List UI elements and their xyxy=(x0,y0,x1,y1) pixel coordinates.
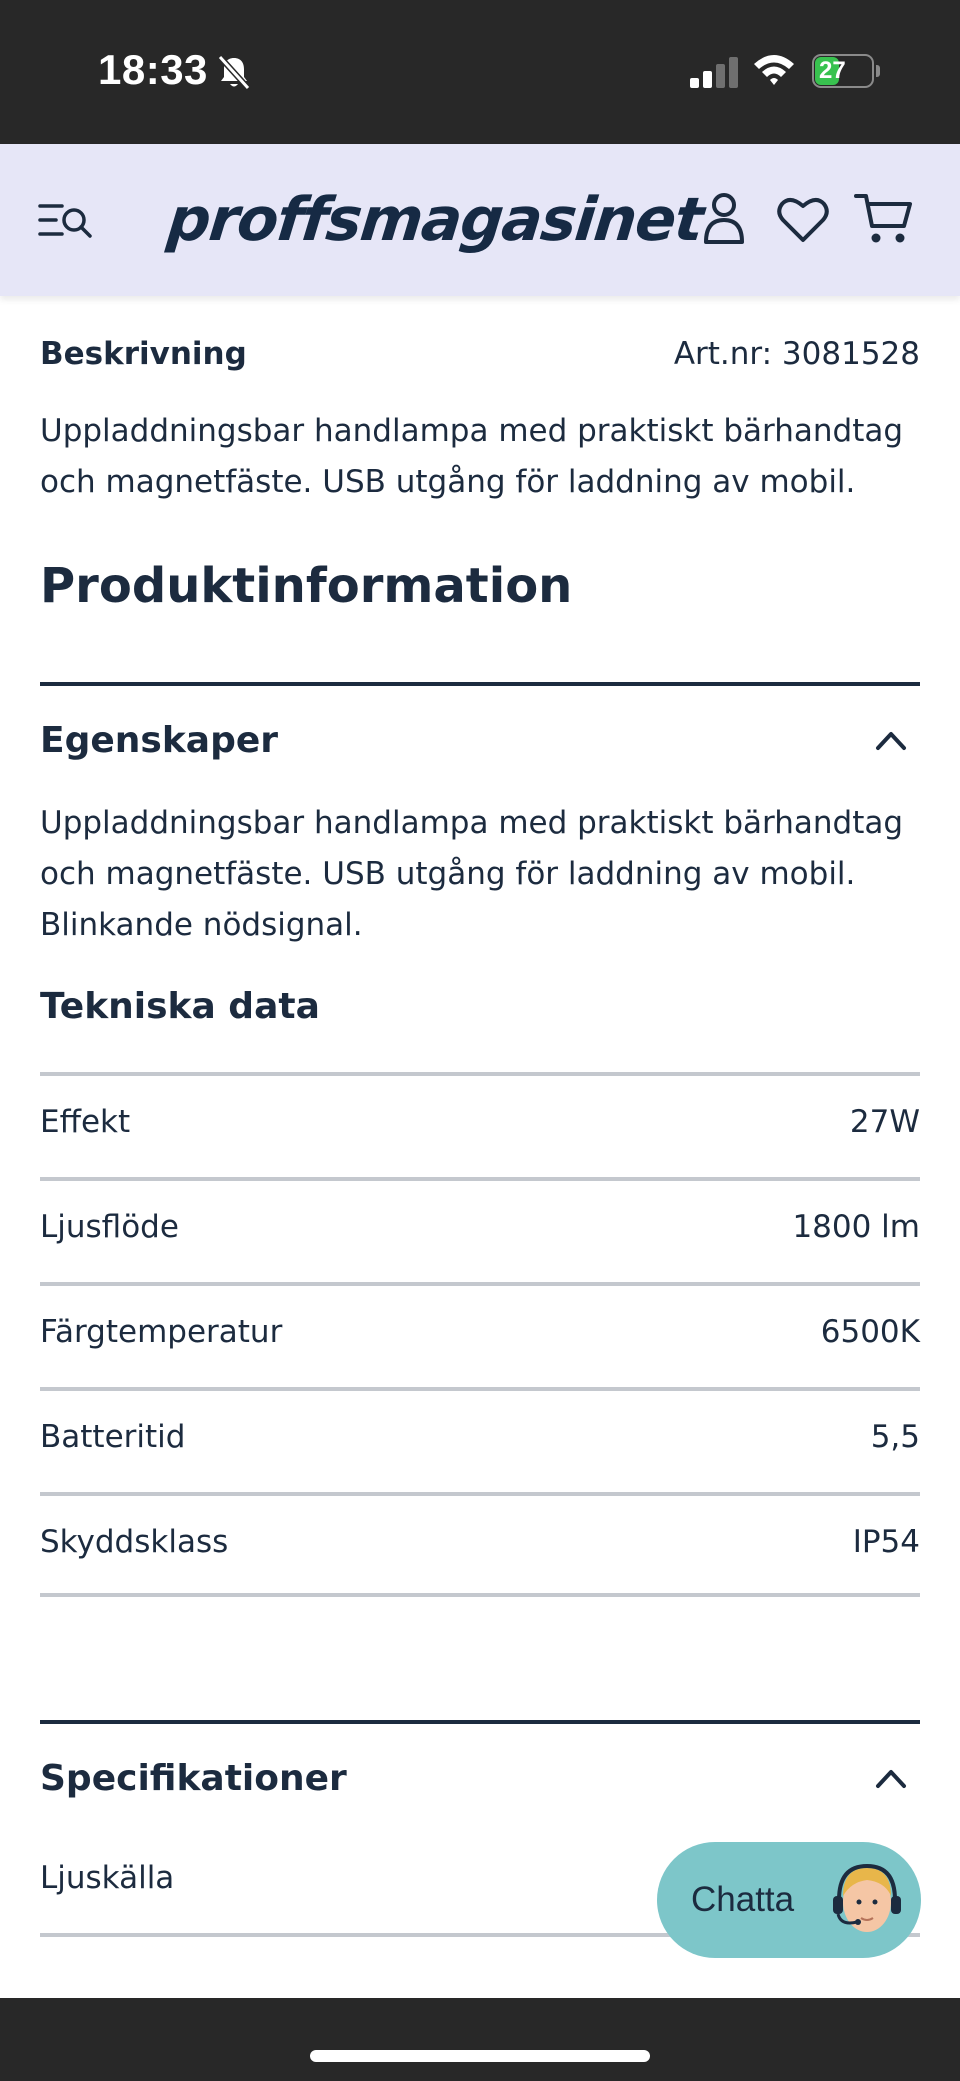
spec-label: Färgtemperatur xyxy=(40,1314,283,1350)
chat-label: Chatta xyxy=(691,1880,795,1919)
bell-muted-icon xyxy=(217,54,251,91)
accordion-properties-title: Egenskaper xyxy=(40,720,279,761)
properties-text: Uppladdningsbar handlampa med praktiskt … xyxy=(40,805,904,943)
accordion-specifications-title: Specifikationer xyxy=(40,1758,347,1799)
product-info-heading: Produktinformation xyxy=(40,558,573,614)
site-header: proffsmagasinet xyxy=(0,144,960,296)
table-row: Ljusflöde 1800 lm xyxy=(40,1177,920,1282)
description-title: Beskrivning xyxy=(40,336,247,372)
chevron-up-icon[interactable] xyxy=(874,728,908,752)
spec-value: 27W xyxy=(849,1104,920,1140)
description-header: Beskrivning Art.nr: 3081528 xyxy=(40,336,920,380)
wifi-icon xyxy=(754,55,794,85)
table-row: Batteritid 5,5 xyxy=(40,1387,920,1492)
heart-icon[interactable] xyxy=(776,194,830,244)
cart-icon[interactable] xyxy=(854,190,914,248)
article-number: Art.nr: 3081528 xyxy=(673,336,920,372)
status-time: 18:33 xyxy=(98,46,208,93)
table-row: Färgtemperatur 6500K xyxy=(40,1282,920,1387)
spec-value: 6500K xyxy=(820,1314,920,1350)
description-text: Uppladdningsbar handlampa med praktiskt … xyxy=(40,413,904,500)
chevron-up-icon[interactable] xyxy=(874,1766,908,1790)
section-divider xyxy=(40,1720,920,1724)
chat-button[interactable]: Chatta xyxy=(657,1842,921,1958)
table-row: Effekt 27W xyxy=(40,1072,920,1177)
spec-value: IP54 xyxy=(852,1524,920,1560)
support-agent-avatar-icon xyxy=(833,1863,901,1932)
table-row: Skyddsklass IP54 xyxy=(40,1492,920,1597)
bottom-bar xyxy=(0,1998,960,2081)
spec-label: Ljusflöde xyxy=(40,1209,179,1245)
spec-value: 1800 lm xyxy=(792,1209,920,1245)
spec-label: Batteritid xyxy=(40,1419,186,1455)
technical-data-heading: Tekniska data xyxy=(40,986,320,1027)
home-indicator[interactable] xyxy=(310,2050,650,2062)
spec-value: 5,5 xyxy=(870,1419,920,1455)
accordion-specifications[interactable]: Specifikationer xyxy=(40,1750,920,1810)
section-divider xyxy=(40,682,920,686)
status-bar: 18:33 27 xyxy=(0,0,960,144)
site-logo[interactable]: proffsmagasinet xyxy=(164,178,707,262)
battery-level: 27 xyxy=(819,57,846,84)
menu-search-icon[interactable] xyxy=(38,196,96,246)
spec-label: Effekt xyxy=(40,1104,131,1140)
technical-data-table: Effekt 27W Ljusflöde 1800 lm Färgtempera… xyxy=(40,1072,920,1597)
spec-label: Skyddsklass xyxy=(40,1524,229,1560)
user-icon[interactable] xyxy=(700,190,748,246)
battery-indicator: 27 xyxy=(812,54,880,88)
accordion-properties[interactable]: Egenskaper xyxy=(40,712,920,772)
signal-icon xyxy=(690,57,738,88)
spec-label: Ljuskälla xyxy=(40,1860,175,1896)
